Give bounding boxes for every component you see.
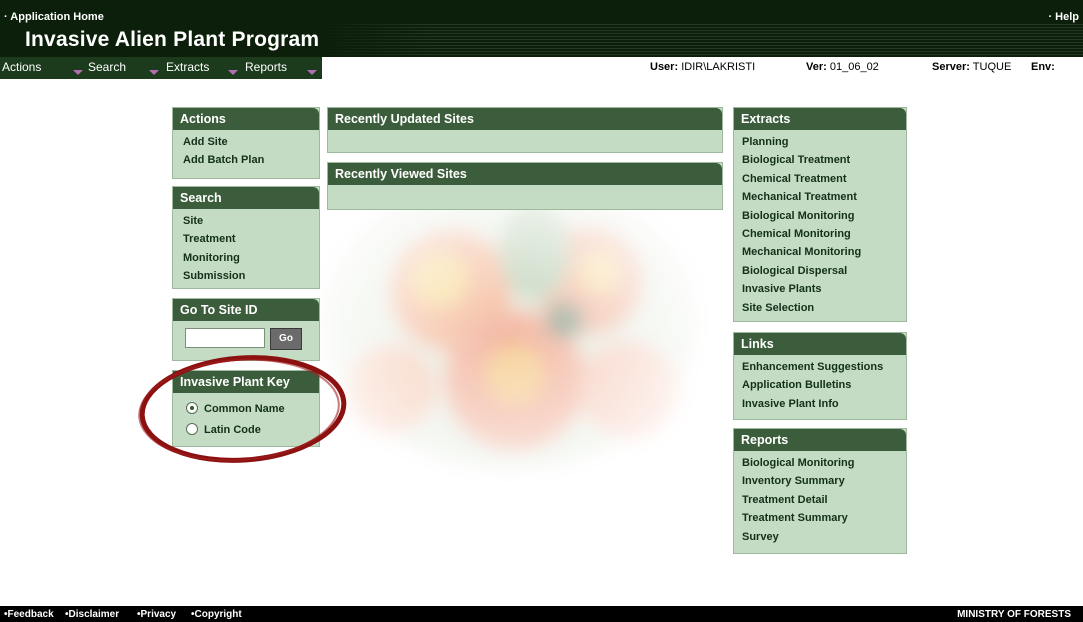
links-panel: Links Enhancement Suggestions Applicatio… [733, 332, 907, 420]
server-label: Server: [932, 61, 970, 73]
ministry-label: MINISTRY OF FORESTS [957, 609, 1071, 620]
latin-code-label: Latin Code [204, 424, 261, 436]
feedback-link[interactable]: •Feedback [4, 609, 54, 620]
server-value: TUQUE [972, 61, 1012, 73]
extract-mech-monitoring-link[interactable]: Mechanical Monitoring [742, 243, 906, 261]
menu-extracts[interactable]: Extracts [166, 57, 238, 79]
report-bio-monitoring-link[interactable]: Biological Monitoring [742, 454, 906, 472]
env-label: Env: [1031, 61, 1055, 73]
enhancement-suggestions-link[interactable]: Enhancement Suggestions [742, 358, 906, 376]
report-treatment-detail-link[interactable]: Treatment Detail [742, 491, 906, 509]
plant-key-panel: Invasive Plant Key Common Name Latin Cod… [172, 370, 320, 447]
extract-planning-link[interactable]: Planning [742, 133, 906, 151]
chevron-down-icon [307, 70, 317, 75]
footer-bar: •Feedback •Disclaimer •Privacy •Copyrigh… [0, 606, 1083, 622]
extract-chem-treatment-link[interactable]: Chemical Treatment [742, 170, 906, 188]
recently-updated-panel: Recently Updated Sites [327, 107, 723, 153]
env-info: Env: [1031, 61, 1055, 73]
privacy-link[interactable]: •Privacy [137, 609, 176, 620]
user-value: IDIR\LAKRISTI [681, 61, 756, 73]
recently-updated-title: Recently Updated Sites [328, 108, 722, 130]
extract-bio-treatment-link[interactable]: Biological Treatment [742, 151, 906, 169]
application-home-link[interactable]: · Application Home [4, 11, 104, 23]
search-monitoring-link[interactable]: Monitoring [183, 249, 319, 267]
report-survey-link[interactable]: Survey [742, 528, 906, 546]
radio-selected-icon [186, 402, 198, 414]
extract-site-selection-link[interactable]: Site Selection [742, 299, 906, 317]
chevron-down-icon [73, 70, 83, 75]
extract-bio-dispersal-link[interactable]: Biological Dispersal [742, 262, 906, 280]
menu-bar: Actions Search Extracts Reports [0, 57, 322, 79]
menu-actions[interactable]: Actions [2, 57, 83, 79]
extract-chem-monitoring-link[interactable]: Chemical Monitoring [742, 225, 906, 243]
search-site-link[interactable]: Site [183, 212, 319, 230]
report-inventory-summary-link[interactable]: Inventory Summary [742, 472, 906, 490]
menu-search[interactable]: Search [88, 57, 159, 79]
recently-viewed-panel: Recently Viewed Sites [327, 162, 723, 210]
chevron-down-icon [228, 70, 238, 75]
extract-invasive-plants-link[interactable]: Invasive Plants [742, 280, 906, 298]
radio-unselected-icon [186, 423, 198, 435]
server-info: Server: TUQUE [932, 61, 1011, 73]
go-button[interactable]: Go [270, 328, 302, 350]
disclaimer-link[interactable]: •Disclaimer [65, 609, 119, 620]
app-title: Invasive Alien Plant Program [25, 28, 320, 51]
goto-site-title: Go To Site ID [173, 299, 319, 321]
extract-mech-treatment-link[interactable]: Mechanical Treatment [742, 188, 906, 206]
reports-title: Reports [734, 429, 906, 451]
actions-panel-title: Actions [173, 108, 319, 130]
copyright-link[interactable]: •Copyright [191, 609, 242, 620]
report-treatment-summary-link[interactable]: Treatment Summary [742, 509, 906, 527]
search-panel-title: Search [173, 187, 319, 209]
plant-key-title: Invasive Plant Key [173, 371, 319, 393]
chevron-down-icon [149, 70, 159, 75]
recently-viewed-title: Recently Viewed Sites [328, 163, 722, 185]
version-info: Ver: 01_06_02 [806, 61, 879, 73]
search-treatment-link[interactable]: Treatment [183, 230, 319, 248]
top-banner: · Application Home · Help Invasive Alien… [0, 0, 1083, 57]
add-site-link[interactable]: Add Site [183, 133, 319, 151]
common-name-radio[interactable]: Common Name [186, 402, 285, 415]
user-label: User: [650, 61, 679, 73]
menu-reports-label: Reports [245, 60, 288, 74]
user-info: User: IDIR\LAKRISTI [650, 61, 755, 73]
common-name-label: Common Name [204, 403, 285, 415]
search-panel: Search Site Treatment Monitoring Submiss… [172, 186, 320, 289]
menu-actions-label: Actions [2, 60, 42, 74]
add-batch-plan-link[interactable]: Add Batch Plan [183, 151, 319, 169]
help-link[interactable]: · Help [1048, 11, 1079, 23]
search-submission-link[interactable]: Submission [183, 267, 319, 285]
extracts-title: Extracts [734, 108, 906, 130]
links-title: Links [734, 333, 906, 355]
reports-panel: Reports Biological Monitoring Inventory … [733, 428, 907, 554]
site-id-input[interactable] [185, 328, 265, 348]
version-value: 01_06_02 [829, 61, 879, 73]
extract-bio-monitoring-link[interactable]: Biological Monitoring [742, 207, 906, 225]
goto-site-panel: Go To Site ID Go [172, 298, 320, 361]
actions-panel: Actions Add Site Add Batch Plan [172, 107, 320, 179]
extracts-panel: Extracts Planning Biological Treatment C… [733, 107, 907, 322]
menu-extracts-label: Extracts [166, 60, 210, 74]
menu-reports[interactable]: Reports [245, 57, 317, 79]
menu-search-label: Search [88, 60, 127, 74]
invasive-plant-info-link[interactable]: Invasive Plant Info [742, 395, 906, 413]
latin-code-radio[interactable]: Latin Code [186, 423, 261, 436]
application-bulletins-link[interactable]: Application Bulletins [742, 376, 906, 394]
version-label: Ver: [806, 61, 827, 73]
flower-background-image [300, 180, 720, 540]
